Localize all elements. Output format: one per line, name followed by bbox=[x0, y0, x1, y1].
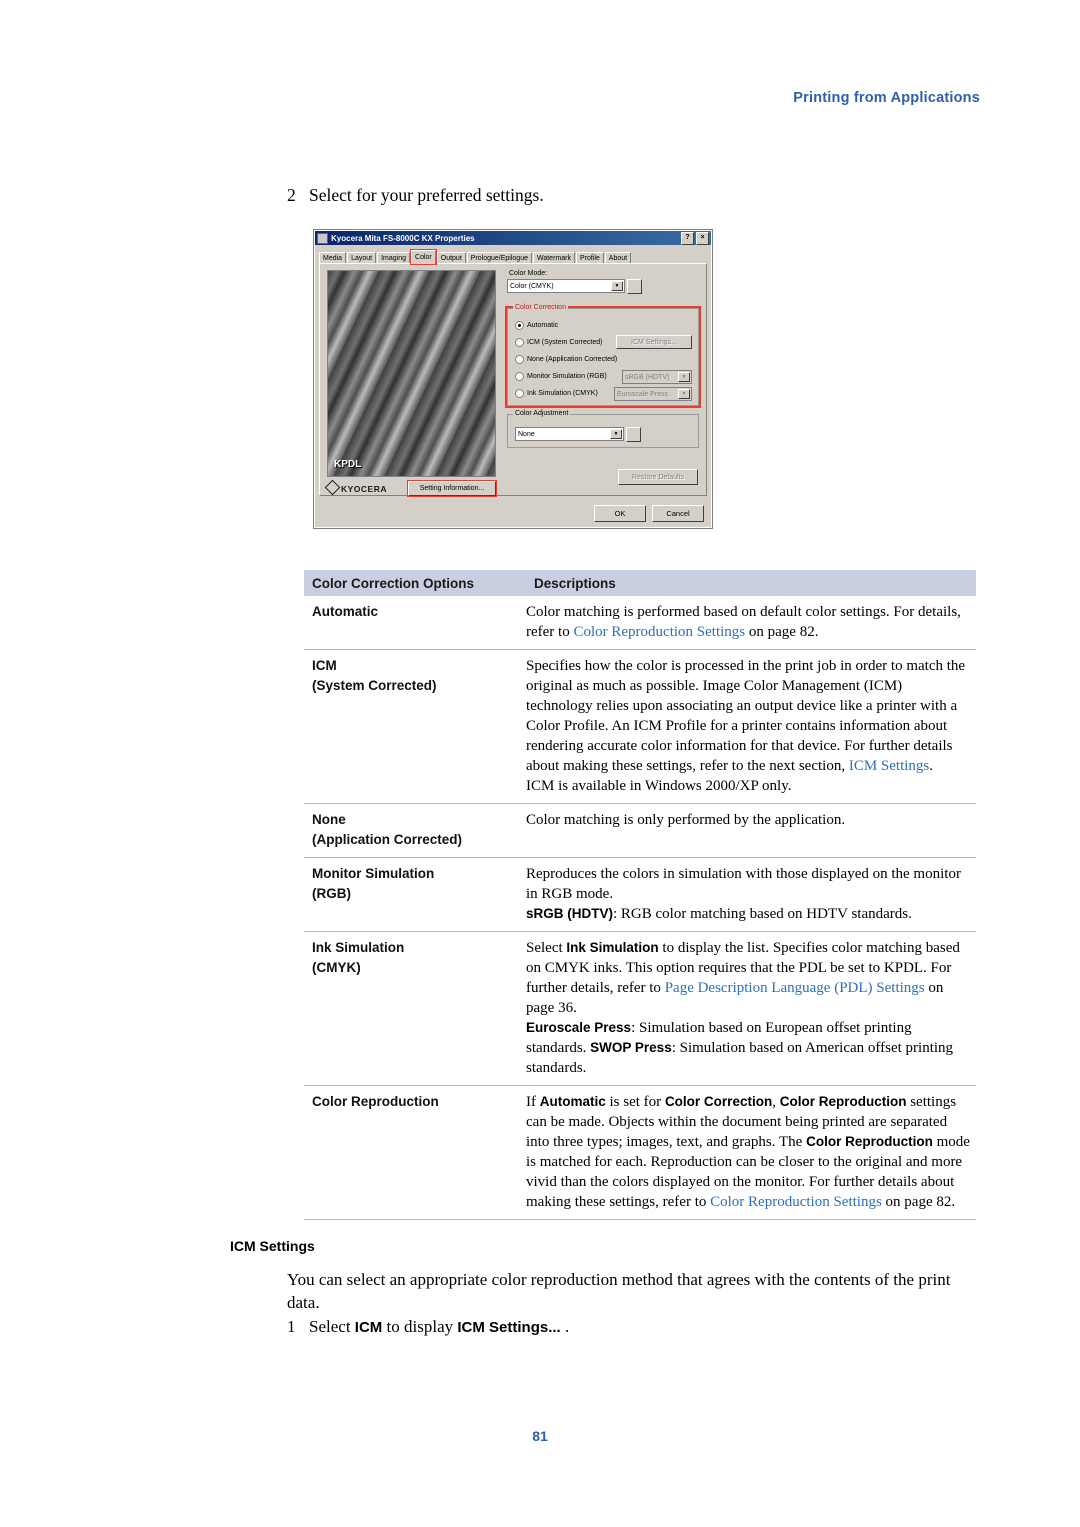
row-name: Color Reproduction bbox=[304, 1092, 526, 1212]
section-heading-icm-settings: ICM Settings bbox=[230, 1238, 315, 1254]
ok-button[interactable]: OK bbox=[594, 505, 646, 522]
kyocera-diamond-icon bbox=[324, 479, 341, 496]
row-name-main: Color Reproduction bbox=[312, 1094, 439, 1109]
close-button[interactable]: × bbox=[696, 231, 709, 245]
tab-color[interactable]: Color bbox=[410, 249, 437, 265]
color-adjustment-value: None bbox=[518, 430, 535, 438]
preview-kpdl-label: KPDL bbox=[334, 459, 362, 470]
table-row: None (Application Corrected) Color match… bbox=[304, 804, 976, 858]
kyocera-logo: KYOCERA bbox=[324, 479, 388, 496]
step-2-line: 2 Select for your preferred settings. bbox=[287, 185, 544, 206]
row-name: Monitor Simulation (RGB) bbox=[304, 864, 526, 924]
table-header-col1: Color Correction Options bbox=[312, 575, 474, 591]
table-row: Ink Simulation (CMYK) Select Ink Simulat… bbox=[304, 932, 976, 1086]
radio-monitor-simulation-icon[interactable] bbox=[515, 372, 524, 381]
dialog-titlebar: Kyocera Mita FS-8000C KX Properties ? × bbox=[315, 231, 711, 245]
row-name-main: Monitor Simulation bbox=[312, 866, 435, 881]
radio-monitor-simulation[interactable]: Monitor Simulation (RGB) bbox=[515, 372, 607, 381]
radio-none[interactable]: None (Application Corrected) bbox=[515, 355, 617, 364]
chevron-down-icon[interactable]: ▼ bbox=[678, 389, 690, 399]
radio-none-label: None (Application Corrected) bbox=[527, 356, 618, 363]
row-name: None (Application Corrected) bbox=[304, 810, 526, 850]
row-name-sub: (System Corrected) bbox=[312, 678, 437, 693]
icm-settings-button[interactable]: ICM Settings... bbox=[616, 335, 692, 349]
step-2-text: Select for your preferred settings. bbox=[309, 185, 544, 205]
row-name-sub: (RGB) bbox=[312, 886, 351, 901]
radio-ink-simulation[interactable]: Ink Simulation (CMYK) bbox=[515, 389, 598, 398]
row-description: Select Ink Simulation to display the lis… bbox=[526, 940, 960, 1076]
setting-information-button[interactable]: Setting Information... bbox=[407, 480, 497, 497]
cancel-button[interactable]: Cancel bbox=[652, 505, 704, 522]
print-preview-image: KPDL bbox=[327, 270, 496, 477]
row-description: Specifies how the color is processed in … bbox=[526, 658, 966, 794]
monitor-simulation-value: sRGB (HDTV) bbox=[625, 373, 670, 381]
row-name-main: Automatic bbox=[312, 604, 379, 619]
radio-automatic-icon[interactable] bbox=[515, 321, 524, 330]
row-description: Reproduces the colors in simulation with… bbox=[526, 866, 961, 922]
color-correction-options-table: Color Correction Options Descriptions Au… bbox=[304, 570, 976, 1220]
document-page: Printing from Applications 2 Select for y… bbox=[0, 0, 1080, 1527]
chevron-down-icon[interactable]: ▼ bbox=[678, 372, 690, 382]
monitor-simulation-combo[interactable]: sRGB (HDTV) ▼ bbox=[622, 370, 692, 384]
printer-properties-dialog: Kyocera Mita FS-8000C KX Properties ? × … bbox=[313, 229, 713, 529]
step-1-number: 1 bbox=[287, 1317, 296, 1336]
color-adjustment-combo[interactable]: None ▼ bbox=[515, 427, 624, 441]
table-row: Automatic Color matching is performed ba… bbox=[304, 596, 976, 650]
radio-automatic-label: Automatic bbox=[527, 322, 559, 329]
row-name-main: ICM bbox=[312, 658, 337, 673]
table-row: Monitor Simulation (RGB) Reproduces the … bbox=[304, 858, 976, 932]
restore-defaults-button[interactable]: Restore Defaults bbox=[618, 469, 698, 485]
color-mode-label: Color Mode: bbox=[507, 270, 697, 277]
row-description: Color matching is only performed by the … bbox=[526, 812, 846, 828]
color-adjustment-label: Color Adjustment bbox=[513, 410, 571, 417]
kyocera-logo-text: KYOCERA bbox=[341, 484, 388, 494]
color-mode-value: Color (CMYK) bbox=[510, 282, 554, 290]
chevron-down-icon[interactable]: ▼ bbox=[610, 429, 622, 439]
radio-ink-simulation-label: Ink Simulation (CMYK) bbox=[527, 390, 598, 397]
dialog-footer-buttons: OK Cancel bbox=[594, 505, 704, 522]
row-description: Color matching is performed based on def… bbox=[526, 604, 961, 640]
radio-icm-icon[interactable] bbox=[515, 338, 524, 347]
row-name-sub: (CMYK) bbox=[312, 960, 361, 975]
table-row: ICM (System Corrected) Specifies how the… bbox=[304, 650, 976, 804]
row-name-sub: (Application Corrected) bbox=[312, 832, 463, 847]
row-name-main: Ink Simulation bbox=[312, 940, 405, 955]
row-name-main: None bbox=[312, 812, 346, 827]
step-2-number: 2 bbox=[287, 185, 296, 205]
ink-simulation-value: Euroscale Press bbox=[617, 390, 668, 398]
ink-simulation-combo[interactable]: Euroscale Press ▼ bbox=[614, 387, 692, 401]
color-correction-label: Color Correction bbox=[513, 304, 568, 311]
printer-icon bbox=[317, 232, 328, 244]
row-name: Ink Simulation (CMYK) bbox=[304, 938, 526, 1078]
color-tab-panel: KPDL KYOCERA Setting Information... Colo… bbox=[319, 263, 707, 497]
icm-paragraph: You can select an appropriate color repr… bbox=[287, 1270, 951, 1312]
radio-icm-label: ICM (System Corrected) bbox=[527, 339, 603, 346]
table-row: Color Reproduction If Automatic is set f… bbox=[304, 1086, 976, 1220]
table-header-row: Color Correction Options Descriptions bbox=[304, 570, 976, 596]
preview-crayons-graphic bbox=[328, 271, 495, 476]
running-head: Printing from Applications bbox=[793, 90, 980, 106]
radio-ink-simulation-icon[interactable] bbox=[515, 389, 524, 398]
row-name: ICM (System Corrected) bbox=[304, 656, 526, 796]
dialog-title: Kyocera Mita FS-8000C KX Properties bbox=[331, 233, 475, 243]
radio-icm[interactable]: ICM (System Corrected) bbox=[515, 338, 602, 347]
radio-none-icon[interactable] bbox=[515, 355, 524, 364]
help-button[interactable]: ? bbox=[681, 231, 694, 245]
color-mode-group: Color Mode: Color (CMYK) ▼ bbox=[507, 270, 697, 298]
color-adjustment-group: Color Adjustment None ▼ bbox=[507, 410, 699, 448]
page-number: 81 bbox=[532, 1428, 548, 1444]
table-header-col2: Descriptions bbox=[534, 575, 616, 591]
radio-monitor-simulation-label: Monitor Simulation (RGB) bbox=[527, 373, 607, 380]
row-description: If Automatic is set for Color Correction… bbox=[526, 1094, 970, 1210]
color-mode-combo[interactable]: Color (CMYK) ▼ bbox=[507, 279, 625, 293]
color-mode-extra-button[interactable] bbox=[627, 279, 642, 294]
color-adjustment-extra-button[interactable] bbox=[626, 427, 641, 442]
step-1-line: 1 Select ICM to display ICM Settings... . bbox=[287, 1317, 569, 1337]
color-correction-group: Color Correction Automatic ICM (System C… bbox=[505, 304, 701, 408]
radio-automatic[interactable]: Automatic bbox=[515, 321, 558, 330]
chevron-down-icon[interactable]: ▼ bbox=[611, 281, 623, 291]
row-name: Automatic bbox=[304, 602, 526, 642]
step-1-text: Select ICM to display ICM Settings... . bbox=[309, 1317, 570, 1336]
